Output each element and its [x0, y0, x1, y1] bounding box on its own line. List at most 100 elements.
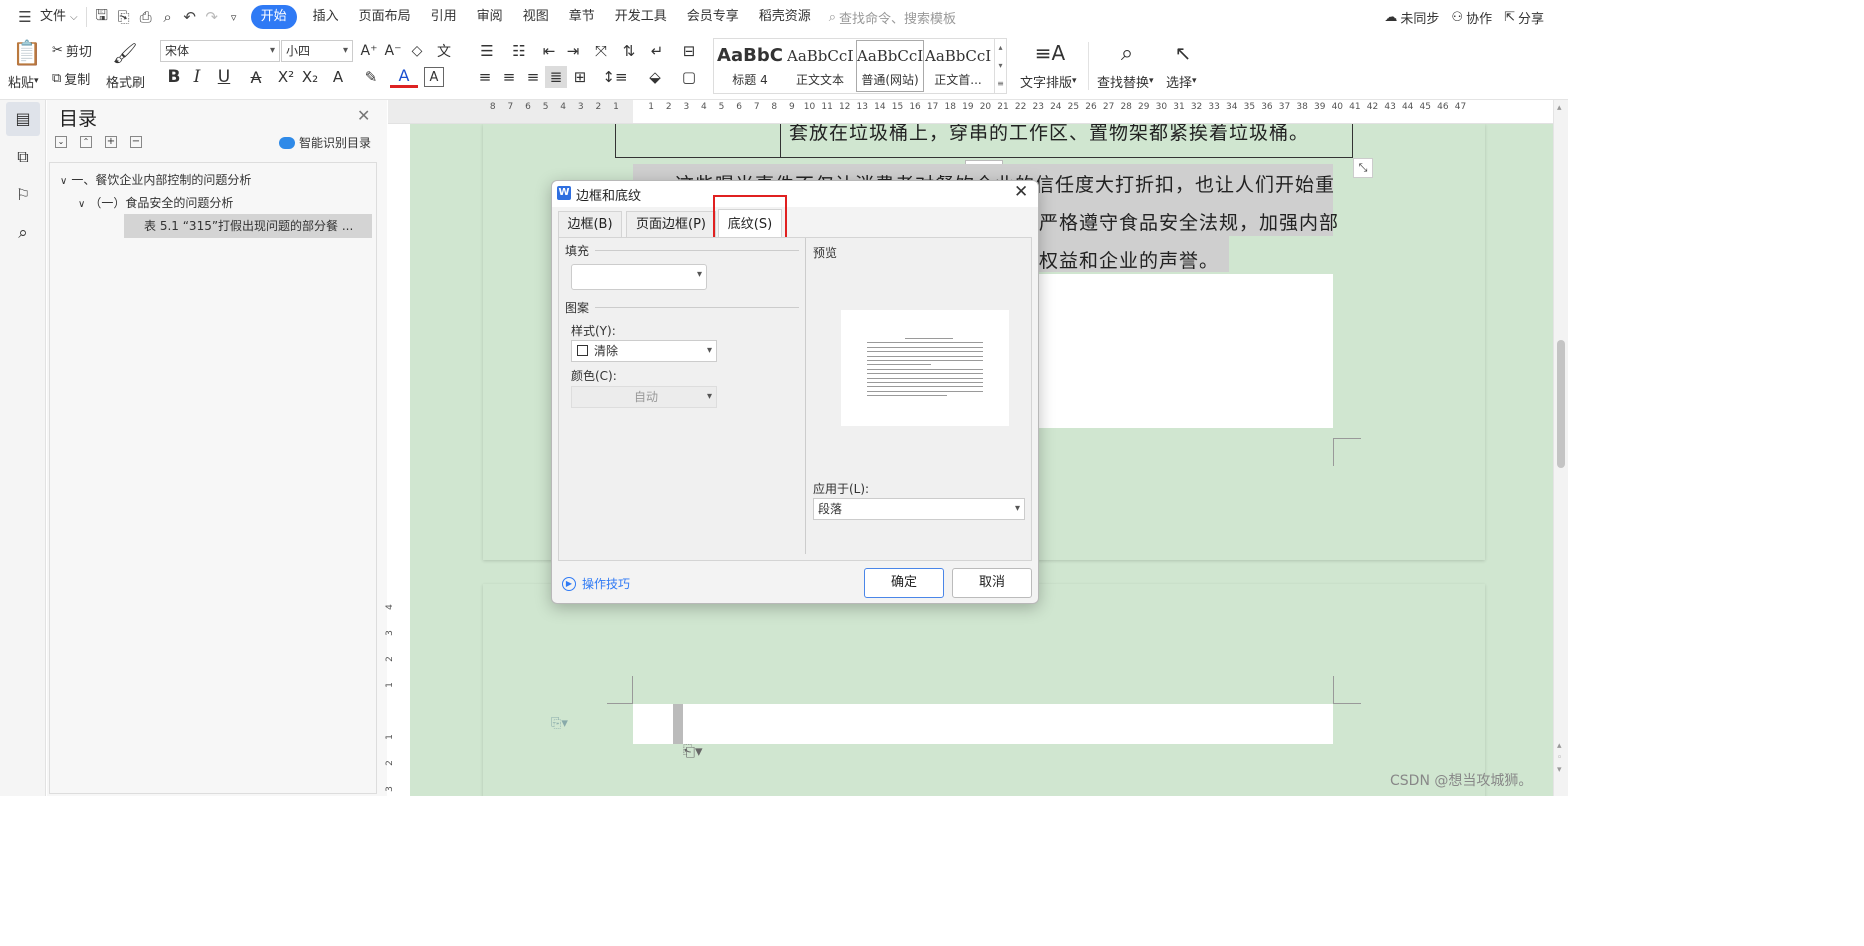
cursor-icon[interactable]: ↖: [1168, 38, 1198, 68]
save-icon[interactable]: 🖫: [91, 6, 113, 28]
undo-icon[interactable]: ↶: [179, 6, 201, 28]
tab-page-layout[interactable]: 页面布局: [349, 0, 421, 34]
char-border-icon[interactable]: A: [424, 67, 444, 87]
text-effect-icon[interactable]: A: [324, 66, 352, 88]
align-left-icon[interactable]: ≡: [474, 66, 496, 88]
italic-icon[interactable]: I: [187, 66, 207, 88]
navigation-icon[interactable]: ⧉: [6, 140, 40, 174]
paste-button[interactable]: 粘贴 ▾: [8, 72, 39, 91]
strikethrough-icon[interactable]: A: [242, 66, 270, 88]
command-search[interactable]: ⌕ 查找命令、搜索模板: [829, 8, 956, 27]
pinyin-icon[interactable]: 文: [430, 40, 458, 62]
shrink-font-icon[interactable]: A⁻: [382, 40, 404, 62]
superscript-icon[interactable]: X²: [275, 66, 297, 88]
scroll-down-icon[interactable]: ▴ ◦ ▾: [1557, 740, 1562, 776]
smart-toc-button[interactable]: 智能识别目录: [279, 134, 371, 151]
paste-icon[interactable]: 📋: [10, 38, 44, 68]
toc-item-level2[interactable]: ∨ （一）食品安全的问题分析: [78, 194, 233, 211]
numbered-list-icon[interactable]: ☷: [506, 40, 532, 62]
pattern-style-select[interactable]: 清除: [571, 340, 717, 362]
scroll-thumb[interactable]: [1557, 340, 1565, 468]
ok-button[interactable]: 确定: [864, 568, 944, 598]
increase-indent-icon[interactable]: ⇥: [562, 40, 584, 62]
add-item-icon[interactable]: +: [105, 136, 117, 148]
magnifier-icon[interactable]: ⌕: [1110, 38, 1144, 68]
print-preview-icon[interactable]: ⌕: [157, 6, 179, 28]
font-color-icon[interactable]: A: [390, 66, 418, 88]
tab-chapter[interactable]: 章节: [559, 0, 605, 34]
underline-icon[interactable]: U: [210, 66, 238, 88]
font-size-select[interactable]: 小四: [281, 40, 353, 62]
sort-icon[interactable]: ⇅: [618, 40, 640, 62]
toc-panel-icon[interactable]: ▤: [6, 102, 40, 136]
tab-home[interactable]: 开始: [250, 5, 297, 29]
scroll-up-icon[interactable]: ▴: [1557, 103, 1562, 113]
close-icon[interactable]: ✕: [1014, 182, 1028, 202]
text-layout-icon[interactable]: ≡A: [1030, 38, 1070, 68]
horizontal-ruler[interactable]: 8 7 6 5 4 3 2 1 1 2 3 4 5 6 7 8 9 10 11 12 13 14 15 16 17 18 19 20 2…: [388, 100, 1553, 124]
export-icon[interactable]: ⎘: [113, 6, 135, 28]
search-icon[interactable]: ⌕: [6, 216, 40, 250]
clear-format-icon[interactable]: ◇: [406, 40, 428, 62]
distribute-icon[interactable]: ⊞: [569, 66, 591, 88]
tab-member[interactable]: 会员专享: [677, 0, 749, 34]
format-painter-button[interactable]: 格式刷: [106, 72, 145, 91]
paste-options-icon[interactable]: ⎘▾: [551, 716, 568, 731]
highlight-icon[interactable]: ✎: [357, 66, 385, 88]
dialog-titlebar[interactable]: W 边框和底纹 ✕: [552, 181, 1038, 207]
tab-view[interactable]: 视图: [513, 0, 559, 34]
tab-borders[interactable]: 边框(B): [558, 211, 622, 237]
tab-page-border[interactable]: 页面边框(P): [626, 211, 716, 237]
expand-icon[interactable]: ⤡: [1353, 158, 1373, 178]
align-right-icon[interactable]: ≡: [522, 66, 544, 88]
select-button[interactable]: 选择 ▾: [1166, 72, 1197, 91]
gallery-scroll[interactable]: ▴ ▾ ≡: [994, 39, 1006, 93]
bullet-list-icon[interactable]: ☰: [474, 40, 500, 62]
justify-icon[interactable]: ≣: [545, 66, 567, 88]
customize-icon[interactable]: ▿: [223, 6, 245, 28]
vertical-ruler[interactable]: 4 3 2 1 1 2 3: [385, 124, 410, 796]
text-layout-button[interactable]: 文字排版 ▾: [1020, 72, 1077, 91]
fill-color-select[interactable]: [571, 264, 707, 290]
print-icon[interactable]: ⎙: [135, 6, 157, 28]
style-body-text[interactable]: AaBbCcD 正文文本: [786, 40, 854, 92]
vertical-scrollbar[interactable]: ▴ ▴ ◦ ▾: [1553, 100, 1568, 796]
toc-item-level3-selected[interactable]: 表 5.1 “315”打假出现问题的部分餐 ...: [124, 214, 372, 238]
sync-status[interactable]: ☁ 未同步: [1384, 8, 1439, 27]
subscript-icon[interactable]: X₂: [299, 66, 321, 88]
tab-stop-icon[interactable]: ⊟: [676, 40, 702, 62]
collapse-all-icon[interactable]: ⌄: [55, 136, 67, 148]
tab-developer[interactable]: 开发工具: [605, 0, 677, 34]
brush-icon[interactable]: 🖌: [110, 38, 140, 68]
shading-icon[interactable]: ⬙: [642, 66, 668, 88]
hamburger-icon[interactable]: ☰: [14, 6, 36, 28]
line-spacing-icon[interactable]: ↕≡: [600, 66, 630, 88]
share-button[interactable]: ⇱ 分享: [1504, 8, 1544, 27]
collab-button[interactable]: ⚇ 协作: [1451, 8, 1492, 27]
font-name-select[interactable]: 宋体: [160, 40, 280, 62]
redo-icon[interactable]: ↷: [201, 6, 223, 28]
clipboard-icon[interactable]: ⎗▾: [683, 742, 703, 760]
remove-item-icon[interactable]: −: [130, 136, 142, 148]
tab-insert[interactable]: 插入: [303, 0, 349, 34]
decrease-indent-icon[interactable]: ⇤: [538, 40, 560, 62]
copy-button[interactable]: ⧉ 复制: [52, 68, 90, 88]
expand-up-icon[interactable]: ⌃: [80, 136, 92, 148]
style-normal-web[interactable]: AaBbCcI 普通(网站): [856, 40, 924, 92]
border-icon[interactable]: ▢: [676, 66, 702, 88]
tips-link[interactable]: ▶ 操作技巧: [562, 575, 630, 592]
tab-reference[interactable]: 引用: [421, 0, 467, 34]
apply-to-select[interactable]: 段落: [813, 498, 1025, 520]
cut-button[interactable]: ✂ 剪切: [52, 40, 92, 60]
pattern-color-select[interactable]: 自动: [571, 386, 717, 408]
close-icon[interactable]: ✕: [357, 106, 370, 125]
toc-item-level1[interactable]: ∨ 一、餐饮企业内部控制的问题分析: [60, 171, 251, 188]
bold-icon[interactable]: B: [164, 66, 184, 88]
find-replace-button[interactable]: 查找替换 ▾: [1097, 72, 1154, 91]
grow-font-icon[interactable]: A⁺: [358, 40, 380, 62]
align-center-icon[interactable]: ≡: [498, 66, 520, 88]
style-body-first[interactable]: AaBbCcI 正文首...: [924, 40, 992, 92]
tab-review[interactable]: 审阅: [467, 0, 513, 34]
style-heading-4[interactable]: AaBbC 标题 4: [716, 40, 784, 92]
cancel-button[interactable]: 取消: [952, 568, 1032, 598]
